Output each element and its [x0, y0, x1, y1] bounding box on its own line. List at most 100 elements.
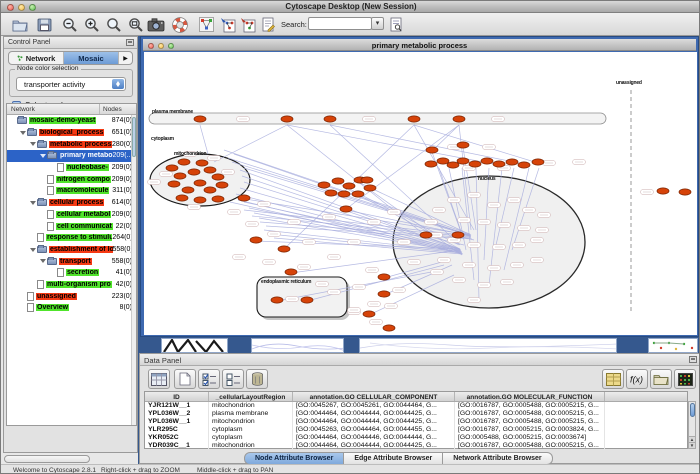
tree-row[interactable]: secretion41(0) — [7, 267, 136, 279]
data-panel-header: Data Panel — [140, 354, 700, 366]
snapshot-camera-icon[interactable] — [147, 16, 165, 33]
zoom-fit-icon[interactable] — [127, 16, 145, 33]
search-input[interactable]: ▾ — [308, 17, 372, 30]
tree-row[interactable]: response to stimulu264(0) — [7, 232, 136, 244]
file-icon — [57, 268, 64, 277]
table-cell: YDR039C__1 — [145, 442, 209, 450]
expand-arrow-icon[interactable] — [20, 127, 27, 139]
zoom-out-icon[interactable] — [61, 16, 79, 33]
show-attributes-icon[interactable] — [148, 369, 170, 389]
create-network-icon[interactable] — [239, 16, 257, 33]
unselect-all-attributes-icon[interactable] — [222, 369, 244, 389]
table-row-filler — [605, 418, 687, 426]
table-column-header[interactable]: annotation.GO CELLULAR_COMPONENT — [293, 392, 455, 401]
import-network-icon[interactable] — [219, 16, 237, 33]
tree-row[interactable]: mosaic-demo-yeast874(0) — [7, 115, 136, 127]
attribute-batch-icon[interactable] — [602, 369, 624, 389]
tree-row[interactable]: cellular process614(0) — [7, 197, 136, 209]
delete-attribute-icon[interactable] — [246, 369, 268, 389]
table-column-header[interactable]: _cellularLayoutRegion — [209, 392, 293, 401]
background-window-fragment[interactable] — [359, 338, 617, 353]
help-lifesaver-icon[interactable] — [171, 16, 189, 33]
float-data-panel-icon[interactable] — [689, 356, 697, 363]
tree-row[interactable]: cell communicat22(0) — [7, 220, 136, 232]
annotation-icon[interactable] — [259, 16, 277, 33]
table-cell: YKR052C — [145, 434, 209, 442]
expand-arrow-icon[interactable] — [30, 244, 37, 256]
table-row[interactable]: YDR039C__1mitochondrion[GO:0044464, GO:0… — [145, 442, 687, 450]
tree-scrollbar[interactable] — [131, 115, 136, 425]
network-canvas[interactable]: plasma membrane cytoplasm mitochondrion … — [144, 52, 697, 335]
tabs-overflow-button[interactable]: ▶ — [119, 52, 132, 64]
tree-row-label: metabolic process — [49, 141, 112, 148]
control-panel-title: Control Panel — [8, 39, 50, 46]
create-attribute-icon[interactable] — [174, 369, 196, 389]
tree-row[interactable]: Overview8(0) — [7, 302, 136, 314]
search-dropdown-arrow-icon[interactable]: ▾ — [371, 17, 384, 30]
function-builder-icon[interactable]: f(x) — [626, 369, 648, 389]
table-column-header[interactable]: annotation.GO MOLECULAR_FUNCTION — [455, 392, 605, 401]
open-session-icon[interactable] — [11, 16, 29, 33]
table-row-filler — [605, 442, 687, 450]
tree-row[interactable]: cellular metabol209(0) — [7, 209, 136, 221]
table-row[interactable]: YPL036W__1mitochondrion[GO:0044464, GO:0… — [145, 418, 687, 426]
expand-arrow-icon[interactable] — [30, 279, 37, 291]
search-index-icon[interactable] — [387, 16, 405, 33]
expand-arrow-icon[interactable] — [50, 162, 57, 174]
table-column-header[interactable]: ID — [145, 392, 209, 401]
tree-scrollbar-thumb[interactable] — [132, 117, 136, 157]
window-titlebar[interactable]: Cytoscape Desktop (New Session) — [1, 1, 700, 13]
expand-arrow-icon[interactable] — [40, 173, 47, 185]
tree-row[interactable]: establishment of lo558(0) — [7, 244, 136, 256]
expand-arrow-icon[interactable] — [40, 220, 47, 232]
vizmapper-icon[interactable] — [197, 16, 215, 33]
table-row[interactable]: YPL036W__2plasma membrane[GO:0044464, GO… — [145, 410, 687, 418]
tab-network-label: Network — [26, 54, 56, 63]
expand-arrow-icon[interactable] — [40, 185, 47, 197]
tree-row[interactable]: metabolic process280(0) — [7, 138, 136, 150]
expand-arrow-icon[interactable] — [30, 197, 37, 209]
float-panel-icon[interactable] — [126, 39, 134, 46]
tree-row-label: cellular process — [49, 199, 104, 206]
tree-row[interactable]: multi-organism pro42(0) — [7, 279, 136, 291]
expand-arrow-icon[interactable] — [40, 150, 47, 162]
save-session-icon[interactable] — [35, 16, 53, 33]
tree-row[interactable]: nitrogen compo209(0) — [7, 173, 136, 185]
expand-arrow-icon[interactable] — [40, 209, 47, 221]
expand-arrow-icon[interactable] — [30, 232, 37, 244]
expand-arrow-icon[interactable] — [50, 267, 57, 279]
table-row[interactable]: YLR295Ccytoplasm[GO:0045263, GO:0044464,… — [145, 426, 687, 434]
matrix-view-icon[interactable] — [674, 369, 696, 389]
expand-arrow-icon[interactable] — [20, 302, 27, 314]
table-scrollbar-thumb[interactable] — [690, 403, 695, 417]
expand-arrow-icon[interactable] — [20, 290, 27, 302]
expand-arrow-icon[interactable] — [40, 255, 47, 267]
tree-row[interactable]: macromolecule311(0) — [7, 185, 136, 197]
table-cell: [GO:0016787, GO:0005488, GO:0005215, G..… — [455, 442, 605, 450]
zoom-selected-icon[interactable] — [105, 16, 123, 33]
table-scrollbar[interactable]: ▲ ▼ — [688, 401, 696, 449]
tab-network[interactable]: Network — [9, 52, 64, 64]
select-all-attributes-icon[interactable] — [198, 369, 220, 389]
expand-arrow-icon[interactable] — [10, 115, 17, 127]
zoom-in-icon[interactable] — [83, 16, 101, 33]
scroll-down-arrow-icon[interactable]: ▼ — [689, 442, 695, 448]
table-row[interactable]: YJR121W__1mitochondrion[GO:0045267, GO:0… — [145, 402, 687, 410]
tree-row[interactable]: nucleobase-209(0) — [7, 162, 136, 174]
background-window-fragment[interactable] — [251, 338, 344, 353]
memory-gauge[interactable] — [4, 455, 90, 463]
tree-row-label: transport — [59, 258, 92, 265]
tree-row[interactable]: unassigned223(0) — [7, 290, 136, 302]
import-attributes-icon[interactable] — [650, 369, 672, 389]
network-window-titlebar[interactable]: primary metabolic process — [143, 39, 696, 51]
tab-mosaic[interactable]: Mosaic — [64, 52, 119, 64]
tree-row[interactable]: primary metabo209(... — [7, 150, 136, 162]
node-color-dropdown[interactable]: transporter activity — [16, 77, 126, 91]
background-window-fragment[interactable] — [161, 338, 228, 353]
folder-icon — [37, 199, 47, 206]
background-window-fragment[interactable] — [648, 338, 698, 353]
table-row[interactable]: YKR052Ccytoplasm[GO:0044464, GO:0044446,… — [145, 434, 687, 442]
expand-arrow-icon[interactable] — [30, 138, 37, 150]
tree-row[interactable]: biological_process651(0) — [7, 127, 136, 139]
tree-row[interactable]: transport558(0) — [7, 255, 136, 267]
